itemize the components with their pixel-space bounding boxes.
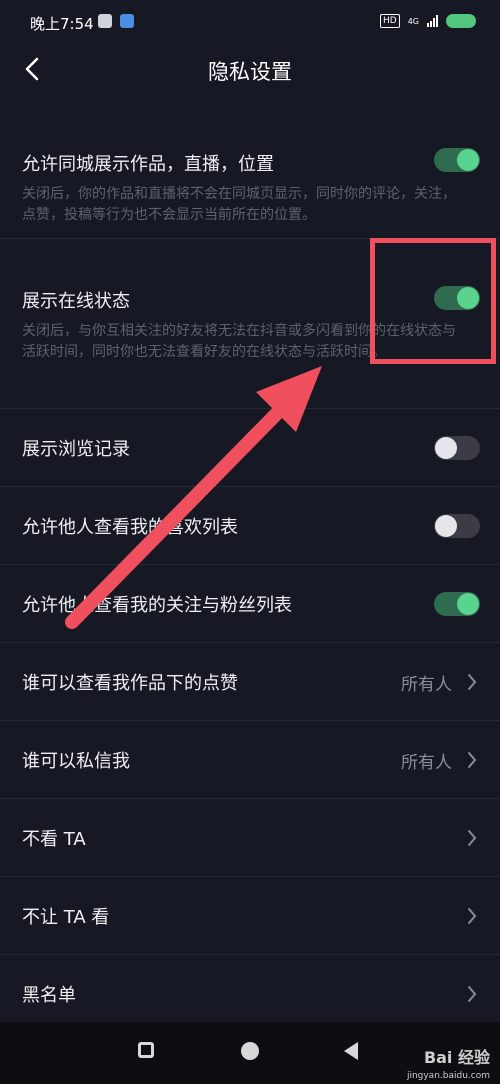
chevron-right-icon xyxy=(468,752,477,768)
setting-title: 展示浏览记录 xyxy=(22,438,130,460)
setting-who-can-message[interactable]: 谁可以私信我 所有人 xyxy=(0,721,500,799)
nav-back-icon[interactable] xyxy=(344,1042,358,1060)
toggle-knob xyxy=(435,437,457,459)
toggle-knob xyxy=(435,515,457,537)
likes-list-toggle[interactable] xyxy=(434,514,480,538)
toggle-knob xyxy=(457,593,479,615)
setting-title: 不看 TA xyxy=(22,828,86,850)
setting-nearby-display[interactable]: 允许同城展示作品，直播，位置 关闭后，你的作品和直播将不会在同城页显示，同时你的… xyxy=(0,118,500,239)
setting-title: 允许同城展示作品，直播，位置 xyxy=(22,154,274,175)
notification-icons xyxy=(98,14,134,28)
browse-history-toggle[interactable] xyxy=(434,436,480,460)
setting-title: 谁可以查看我作品下的点赞 xyxy=(22,672,238,694)
setting-hide-my-posts[interactable]: 不让 TA 看 xyxy=(0,877,500,955)
setting-title: 允许他人查看我的关注与粉丝列表 xyxy=(22,594,292,616)
setting-description: 关闭后，你的作品和直播将不会在同城页显示，同时你的评论，关注，点赞，投稿等行为也… xyxy=(22,186,456,223)
setting-title: 黑名单 xyxy=(22,985,76,1006)
setting-title: 不让 TA 看 xyxy=(22,906,110,928)
toggle-knob xyxy=(457,149,479,171)
hd-icon: HD xyxy=(380,14,400,28)
annotation-highlight-box xyxy=(370,238,496,364)
app-notification-icon xyxy=(120,14,134,28)
network-label: 4G xyxy=(407,16,419,26)
chevron-right-icon xyxy=(468,674,477,690)
setting-follow-fans-list[interactable]: 允许他人查看我的关注与粉丝列表 xyxy=(0,565,500,643)
setting-value: 所有人 xyxy=(401,753,452,773)
page-title: 隐私设置 xyxy=(208,60,292,84)
setting-value: 所有人 xyxy=(401,675,452,695)
home-icon[interactable] xyxy=(241,1042,259,1060)
chevron-right-icon xyxy=(468,830,477,846)
setting-title: 谁可以私信我 xyxy=(22,750,130,772)
status-time: 晚上7:54 xyxy=(30,15,94,33)
watermark-logo: Bai 经验 xyxy=(423,1048,490,1067)
setting-who-see-likes[interactable]: 谁可以查看我作品下的点赞 所有人 xyxy=(0,643,500,721)
header: 隐私设置 xyxy=(0,44,500,94)
recent-apps-icon[interactable] xyxy=(138,1042,154,1058)
status-indicators: HD 4G xyxy=(380,14,476,28)
setting-likes-list[interactable]: 允许他人查看我的喜欢列表 xyxy=(0,487,500,565)
follow-fans-toggle[interactable] xyxy=(434,592,480,616)
nearby-display-toggle[interactable] xyxy=(434,148,480,172)
status-bar: 晚上7:54 HD 4G xyxy=(0,0,500,44)
chevron-right-icon xyxy=(468,908,477,924)
setting-hide-their-posts[interactable]: 不看 TA xyxy=(0,799,500,877)
notification-icon xyxy=(98,14,112,28)
setting-title: 允许他人查看我的喜欢列表 xyxy=(22,516,238,538)
battery-icon xyxy=(446,14,476,28)
setting-browse-history[interactable]: 展示浏览记录 xyxy=(0,409,500,487)
watermark-url: jingyan.baidu.com xyxy=(406,1071,490,1081)
signal-icon xyxy=(427,15,438,27)
chevron-right-icon xyxy=(468,986,477,1002)
system-nav-bar: Bai 经验 jingyan.baidu.com xyxy=(0,1022,500,1084)
